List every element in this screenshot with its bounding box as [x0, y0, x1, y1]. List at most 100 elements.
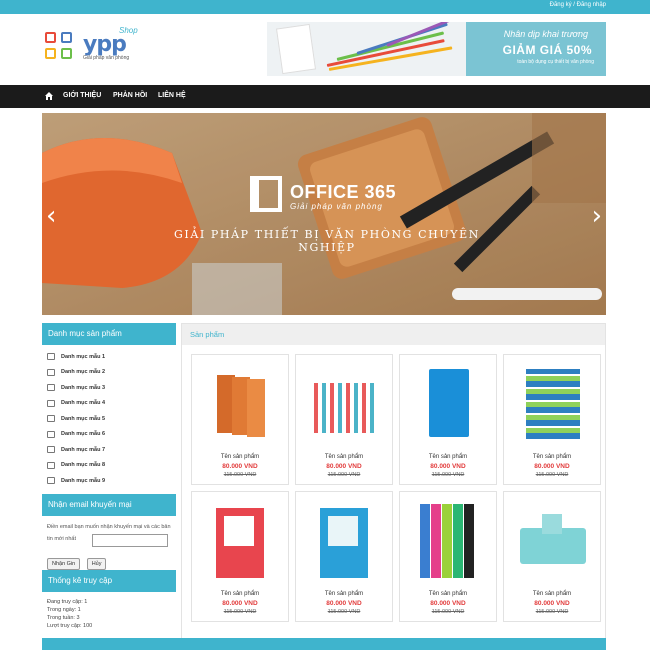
banner-line-3: toàn bộ dụng cụ thiết bị văn phòng	[517, 59, 594, 65]
stats-list: Đang truy cập: 1 Trong ngày: 1 Trong tuầ…	[42, 592, 176, 630]
stat-today: Trong ngày: 1	[47, 606, 81, 613]
stat-week: Trong tuần: 3	[47, 614, 80, 621]
product-price: 80.000 VND	[534, 463, 570, 470]
category-item[interactable]: Danh mục mẫu 9	[42, 473, 176, 489]
category-item[interactable]: Danh mục mẫu 7	[42, 442, 176, 458]
product-card[interactable]: Tên sản phẩm 80.000 VND 115.000 VND	[191, 491, 289, 622]
product-name: Tên sản phẩm	[532, 454, 572, 460]
product-image	[526, 369, 580, 439]
sidebar: Danh mục sản phẩm Danh mục mẫu 1 Danh mụ…	[42, 323, 176, 630]
product-name: Tên sản phẩm	[324, 591, 364, 597]
product-price: 80.000 VND	[430, 463, 466, 470]
product-old-price: 115.000 VND	[223, 609, 257, 615]
product-old-price: 115.000 VND	[327, 472, 361, 478]
product-card[interactable]: Tên sản phẩm 80.000 VND 115.000 VND	[399, 491, 497, 622]
product-name: Tên sản phẩm	[428, 454, 468, 460]
product-name: Tên sản phẩm	[324, 454, 364, 460]
product-old-price: 115.000 VND	[431, 472, 465, 478]
document-icon	[47, 446, 55, 454]
banner-line-1: Nhân dịp khai trương	[503, 29, 588, 39]
product-section-title: Sản phẩm	[182, 324, 605, 345]
product-card[interactable]: Tên sản phẩm 80.000 VND 115.000 VND	[503, 354, 601, 485]
stats-heading: Thống kê truy cập	[42, 569, 176, 592]
scissors-icon	[47, 384, 55, 392]
office-logo-icon	[250, 176, 282, 212]
product-name: Tên sản phẩm	[220, 454, 260, 460]
logo-square-green	[61, 48, 72, 59]
product-price: 80.000 VND	[326, 463, 362, 470]
nav-item-feedback[interactable]: PHẢN HỒI	[113, 92, 147, 99]
register-login-link[interactable]: Đăng ký / Đăng nhập	[550, 2, 606, 8]
home-icon[interactable]	[44, 91, 54, 101]
nav-item-contact[interactable]: LIÊN HỆ	[158, 92, 186, 99]
product-old-price: 115.000 VND	[431, 609, 465, 615]
logo-shop: Shop	[119, 26, 138, 35]
office-365-brand: OFFICE 365 Giải pháp văn phòng	[250, 176, 410, 216]
promo-buttons: Nhận Gin Hủy	[47, 552, 108, 570]
logo-square-blue	[61, 32, 72, 43]
banner-line-2: GIẢM GIÁ 50%	[502, 43, 592, 57]
product-old-price: 115.000 VND	[535, 609, 569, 615]
product-card[interactable]: Tên sản phẩm 80.000 VND 115.000 VND	[191, 354, 289, 485]
promo-email-heading: Nhận email khuyến mại	[42, 493, 176, 516]
category-item[interactable]: Danh mục mẫu 5	[42, 411, 176, 427]
category-list: Danh mục mẫu 1 Danh mục mẫu 2 Danh mục m…	[42, 345, 176, 494]
product-price: 80.000 VND	[534, 600, 570, 607]
product-name: Tên sản phẩm	[220, 591, 260, 597]
submit-button[interactable]: Nhận Gin	[47, 557, 81, 570]
logo-square-red	[45, 32, 56, 43]
brand-subtitle: Giải pháp văn phòng	[290, 202, 383, 211]
logo-square-yellow	[45, 48, 56, 59]
notebook-image	[275, 23, 317, 75]
product-name: Tên sản phẩm	[428, 591, 468, 597]
category-item[interactable]: Danh mục mẫu 8	[42, 458, 176, 474]
logo-text: ypp	[83, 32, 127, 57]
layers-icon	[47, 477, 55, 485]
slider-prev-arrow[interactable]: ‹	[46, 201, 56, 231]
logo-tagline: Giải pháp văn phòng	[83, 55, 130, 61]
product-image	[429, 369, 469, 437]
product-price: 80.000 VND	[326, 600, 362, 607]
stat-online: Đang truy cập: 1	[47, 598, 88, 605]
product-card[interactable]: Tên sản phẩm 80.000 VND 115.000 VND	[503, 491, 601, 622]
bestseller-heading-bar	[42, 638, 606, 650]
promo-email-input[interactable]	[92, 533, 168, 547]
category-heading: Danh mục sản phẩm	[42, 323, 176, 345]
category-item[interactable]: Danh mục mẫu 1	[42, 349, 176, 365]
layers-icon	[47, 353, 55, 361]
product-card[interactable]: Tên sản phẩm 80.000 VND 115.000 VND	[399, 354, 497, 485]
hero-slider[interactable]: ‹ › OFFICE 365 Giải pháp văn phòng GIẢI …	[42, 113, 606, 315]
category-item[interactable]: Danh mục mẫu 4	[42, 396, 176, 412]
product-price: 80.000 VND	[430, 600, 466, 607]
product-section: Sản phẩm Tên sản phẩm 80.000 VND 115.000…	[181, 323, 606, 650]
main-nav: GIỚI THIỆU PHẢN HỒI LIÊN HỆ	[0, 85, 650, 108]
document-icon	[47, 415, 55, 423]
category-item[interactable]: Danh mục mẫu 2	[42, 365, 176, 381]
category-item[interactable]: Danh mục mẫu 6	[42, 427, 176, 443]
folder-icon	[47, 368, 55, 376]
stat-total: Lượt truy cập: 100	[47, 622, 93, 629]
top-strip: Đăng ký / Đăng nhập	[0, 0, 650, 14]
promo-banner[interactable]: Nhân dịp khai trương GIẢM GIÁ 50% toàn b…	[267, 22, 606, 76]
phone-icon	[47, 461, 55, 469]
product-image	[314, 383, 376, 433]
paperclip-icon	[47, 430, 55, 438]
nav-item-about[interactable]: GIỚI THIỆU	[63, 92, 101, 99]
product-name: Tên sản phẩm	[532, 591, 572, 597]
product-old-price: 115.000 VND	[223, 472, 257, 478]
product-card[interactable]: Tên sản phẩm 80.000 VND 115.000 VND	[295, 491, 393, 622]
slider-next-arrow[interactable]: ›	[592, 201, 602, 231]
product-old-price: 115.000 VND	[327, 609, 361, 615]
floppy-icon	[47, 399, 55, 407]
category-item[interactable]: Danh mục mẫu 3	[42, 380, 176, 396]
product-image	[420, 504, 430, 578]
cancel-button[interactable]: Hủy	[86, 557, 107, 570]
product-card[interactable]: Tên sản phẩm 80.000 VND 115.000 VND	[295, 354, 393, 485]
product-price: 80.000 VND	[222, 600, 258, 607]
brand-name: OFFICE 365	[290, 182, 397, 202]
slider-slogan: GIẢI PHÁP THIẾT BỊ VĂN PHÒNG CHUYÊN NGHI…	[174, 228, 480, 254]
product-price: 80.000 VND	[222, 463, 258, 470]
product-old-price: 115.000 VND	[535, 472, 569, 478]
site-logo[interactable]: ypp Shop Giải pháp văn phòng	[43, 26, 143, 74]
promo-email-box: Điền email bạn muốn nhận khuyến mại và c…	[42, 516, 176, 570]
